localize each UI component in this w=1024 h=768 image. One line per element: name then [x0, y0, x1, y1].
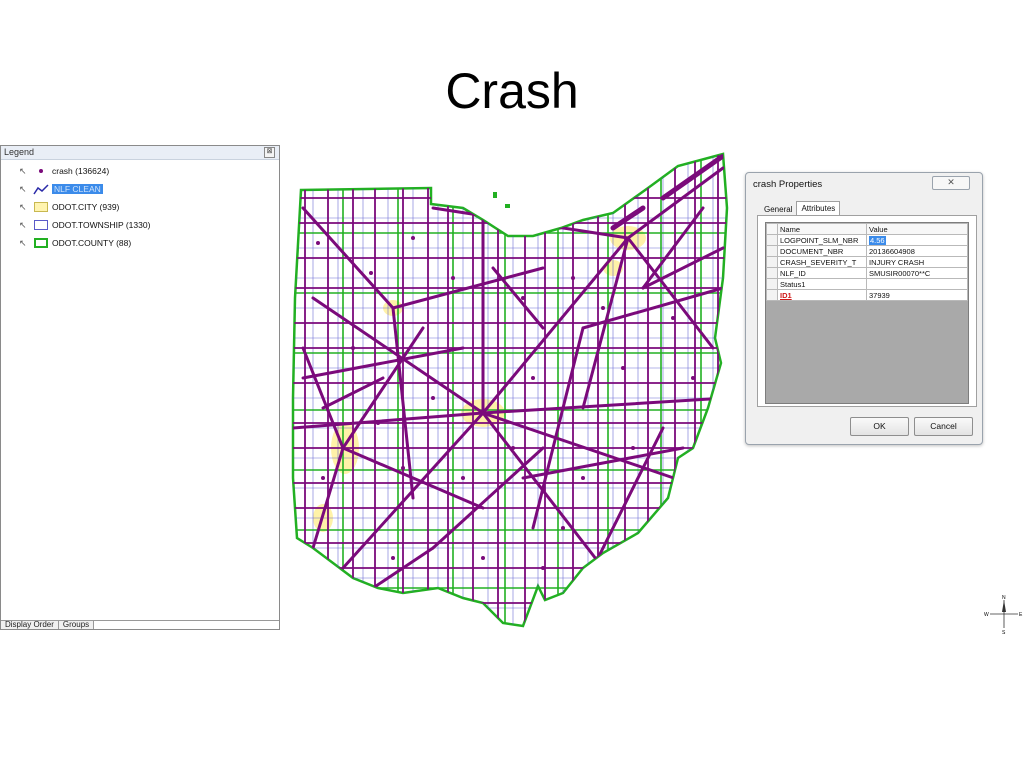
row-header-cell: [766, 256, 778, 268]
attribute-value-selected[interactable]: 4.56: [869, 235, 886, 245]
attribute-name: LOGPOINT_SLM_NBR: [777, 234, 867, 246]
table-row[interactable]: LOGPOINT_SLM_NBR 4.56: [766, 234, 968, 246]
thick-outline-symbol-icon: [33, 238, 49, 249]
legend-item-label: ODOT.TOWNSHIP (1330): [52, 220, 151, 230]
tab-groups[interactable]: Groups: [58, 621, 95, 629]
north-arrow-icon: N S W E: [984, 595, 1023, 634]
row-header-cell: [766, 289, 778, 301]
legend-close-icon[interactable]: ⊠: [264, 147, 275, 158]
tab-display-order[interactable]: Display Order: [1, 621, 59, 629]
dialog-close-icon[interactable]: ✕: [932, 176, 970, 190]
legend-header: Legend ⊠: [1, 146, 279, 160]
point-symbol-icon: [33, 166, 49, 177]
legend-panel: Legend ⊠ ↖ crash (136624) ↖ NLF CLEAN ↖ …: [0, 145, 280, 630]
slide-title: Crash: [445, 63, 579, 119]
cancel-button[interactable]: Cancel: [914, 417, 973, 436]
column-header-name[interactable]: Name: [777, 223, 867, 235]
ohio-map[interactable]: [283, 148, 733, 633]
table-row[interactable]: NLF_ID SMUSIR00070**C: [766, 267, 968, 279]
attribute-name-link[interactable]: ID1: [780, 291, 792, 300]
attribute-value[interactable]: 20136604908: [866, 245, 968, 257]
ok-button[interactable]: OK: [850, 417, 909, 436]
row-header-cell: [766, 223, 778, 235]
legend-item-nlf[interactable]: ↖ NLF CLEAN: [1, 180, 279, 198]
attribute-value[interactable]: [866, 278, 968, 290]
grid-header-row: Name Value: [766, 223, 968, 235]
line-symbol-icon: [33, 183, 49, 195]
table-row[interactable]: CRASH_SEVERITY_T INJURY CRASH: [766, 256, 968, 268]
tab-attributes[interactable]: Attributes: [796, 201, 841, 216]
dialog-tabbar: General Attributes: [760, 201, 841, 216]
compass-east-label: E: [1019, 612, 1023, 618]
table-row[interactable]: Status1: [766, 278, 968, 290]
dialog-title: crash Properties: [753, 179, 823, 190]
row-header-cell: [766, 278, 778, 290]
row-header-cell: [766, 267, 778, 279]
legend-item-label: ODOT.CITY (939): [52, 202, 120, 212]
legend-item-label: NLF CLEAN: [52, 184, 103, 194]
properties-dialog: crash Properties ✕ General Attributes Na…: [745, 172, 983, 445]
fill-symbol-icon: [33, 202, 49, 213]
cursor-arrow-icon: ↖: [19, 237, 27, 248]
attribute-value[interactable]: SMUSIR00070**C: [866, 267, 968, 279]
attribute-value[interactable]: 37939: [866, 289, 968, 301]
cursor-arrow-icon: ↖: [19, 183, 27, 194]
legend-item-crash[interactable]: ↖ crash (136624): [1, 162, 279, 180]
outline-symbol-icon: [33, 220, 49, 231]
legend-item-label: crash (136624): [52, 166, 110, 176]
table-row[interactable]: ID1 37939: [766, 289, 968, 301]
legend-item-county[interactable]: ↖ ODOT.COUNTY (88): [1, 234, 279, 252]
legend-item-label: ODOT.COUNTY (88): [52, 238, 132, 248]
row-header-cell: [766, 234, 778, 246]
lake-erie-islands: [493, 192, 510, 208]
cursor-arrow-icon: ↖: [19, 219, 27, 230]
legend-title: Legend: [4, 147, 35, 157]
cursor-arrow-icon: ↖: [19, 165, 27, 176]
table-row[interactable]: DOCUMENT_NBR 20136604908: [766, 245, 968, 257]
legend-item-township[interactable]: ↖ ODOT.TOWNSHIP (1330): [1, 216, 279, 234]
attribute-value[interactable]: INJURY CRASH: [866, 256, 968, 268]
legend-list: ↖ crash (136624) ↖ NLF CLEAN ↖ ODOT.CITY…: [1, 160, 279, 252]
cursor-arrow-icon: ↖: [19, 201, 27, 212]
attribute-name: NLF_ID: [777, 267, 867, 279]
attribute-name: CRASH_SEVERITY_T: [777, 256, 867, 268]
column-header-value[interactable]: Value: [866, 223, 968, 235]
row-header-cell: [766, 245, 778, 257]
attribute-name: Status1: [777, 278, 867, 290]
compass-west-label: W: [984, 612, 989, 618]
attributes-grid: Name Value LOGPOINT_SLM_NBR 4.56 DOCUMEN…: [765, 222, 969, 404]
compass-south-label: S: [1002, 630, 1006, 634]
legend-item-city[interactable]: ↖ ODOT.CITY (939): [1, 198, 279, 216]
attributes-panel: Name Value LOGPOINT_SLM_NBR 4.56 DOCUMEN…: [757, 215, 977, 407]
attribute-value-cell[interactable]: 4.56: [866, 234, 968, 246]
attribute-name: DOCUMENT_NBR: [777, 245, 867, 257]
legend-tabbar: Display Order Groups: [1, 620, 279, 629]
compass-north-label: N: [1002, 595, 1006, 601]
